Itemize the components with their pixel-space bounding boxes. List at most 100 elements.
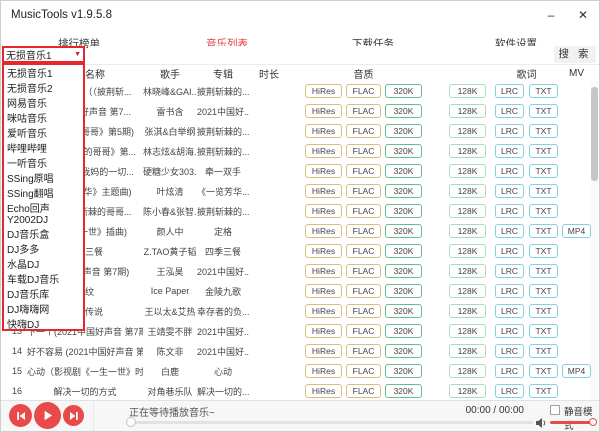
320k-button[interactable]: 320K xyxy=(385,364,422,378)
play-button[interactable] xyxy=(34,402,61,429)
close-button[interactable]: ✕ xyxy=(573,5,593,25)
lrc-button[interactable]: LRC xyxy=(495,104,524,118)
128k-button[interactable]: 128K xyxy=(449,324,486,338)
lrc-button[interactable]: LRC xyxy=(495,324,524,338)
flac-button[interactable]: FLAC xyxy=(346,284,381,298)
lrc-button[interactable]: LRC xyxy=(495,244,524,258)
flac-button[interactable]: FLAC xyxy=(346,384,381,398)
txt-button[interactable]: TXT xyxy=(529,184,558,198)
320k-button[interactable]: 320K xyxy=(385,384,422,398)
search-button[interactable]: 搜 索 xyxy=(554,46,596,63)
source-option[interactable]: SSing翻唱 xyxy=(4,185,83,200)
volume-slider[interactable] xyxy=(550,421,594,424)
flac-button[interactable]: FLAC xyxy=(346,244,381,258)
mute-checkbox[interactable] xyxy=(550,405,560,415)
320k-button[interactable]: 320K xyxy=(385,324,422,338)
txt-button[interactable]: TXT xyxy=(529,364,558,378)
320k-button[interactable]: 320K xyxy=(385,204,422,218)
320k-button[interactable]: 320K xyxy=(385,264,422,278)
source-option[interactable]: 水晶DJ xyxy=(4,256,83,271)
progress-slider[interactable] xyxy=(129,421,533,424)
lrc-button[interactable]: LRC xyxy=(495,264,524,278)
source-option[interactable]: 网易音乐 xyxy=(4,95,83,110)
hires-button[interactable]: HiRes xyxy=(305,244,342,258)
lrc-button[interactable]: LRC xyxy=(495,204,524,218)
128k-button[interactable]: 128K xyxy=(449,284,486,298)
lrc-button[interactable]: LRC xyxy=(495,384,524,398)
volume-icon[interactable] xyxy=(535,416,547,432)
128k-button[interactable]: 128K xyxy=(449,144,486,158)
hires-button[interactable]: HiRes xyxy=(305,84,342,98)
hires-button[interactable]: HiRes xyxy=(305,344,342,358)
flac-button[interactable]: FLAC xyxy=(346,144,381,158)
source-option[interactable]: 一听音乐 xyxy=(4,155,83,170)
source-option[interactable]: DJ音乐库 xyxy=(4,286,83,301)
flac-button[interactable]: FLAC xyxy=(346,124,381,138)
txt-button[interactable]: TXT xyxy=(529,84,558,98)
lrc-button[interactable]: LRC xyxy=(495,184,524,198)
txt-button[interactable]: TXT xyxy=(529,204,558,218)
txt-button[interactable]: TXT xyxy=(529,284,558,298)
128k-button[interactable]: 128K xyxy=(449,304,486,318)
search-input[interactable] xyxy=(91,46,551,63)
source-select[interactable]: 无损音乐1 ▼ xyxy=(2,46,85,63)
320k-button[interactable]: 320K xyxy=(385,184,422,198)
hires-button[interactable]: HiRes xyxy=(305,144,342,158)
320k-button[interactable]: 320K xyxy=(385,344,422,358)
source-option[interactable]: 爱听音乐 xyxy=(4,125,83,140)
128k-button[interactable]: 128K xyxy=(449,84,486,98)
flac-button[interactable]: FLAC xyxy=(346,364,381,378)
source-option[interactable]: DJ嗨嗨网 xyxy=(4,301,83,316)
txt-button[interactable]: TXT xyxy=(529,344,558,358)
lrc-button[interactable]: LRC xyxy=(495,284,524,298)
hires-button[interactable]: HiRes xyxy=(305,384,342,398)
128k-button[interactable]: 128K xyxy=(449,244,486,258)
lrc-button[interactable]: LRC xyxy=(495,224,524,238)
128k-button[interactable]: 128K xyxy=(449,204,486,218)
hires-button[interactable]: HiRes xyxy=(305,264,342,278)
320k-button[interactable]: 320K xyxy=(385,124,422,138)
128k-button[interactable]: 128K xyxy=(449,104,486,118)
320k-button[interactable]: 320K xyxy=(385,284,422,298)
128k-button[interactable]: 128K xyxy=(449,364,486,378)
320k-button[interactable]: 320K xyxy=(385,164,422,178)
128k-button[interactable]: 128K xyxy=(449,164,486,178)
flac-button[interactable]: FLAC xyxy=(346,344,381,358)
txt-button[interactable]: TXT xyxy=(529,244,558,258)
lrc-button[interactable]: LRC xyxy=(495,84,524,98)
hires-button[interactable]: HiRes xyxy=(305,124,342,138)
128k-button[interactable]: 128K xyxy=(449,264,486,278)
320k-button[interactable]: 320K xyxy=(385,224,422,238)
source-option[interactable]: SSing原唱 xyxy=(4,170,83,185)
txt-button[interactable]: TXT xyxy=(529,324,558,338)
hires-button[interactable]: HiRes xyxy=(305,184,342,198)
320k-button[interactable]: 320K xyxy=(385,104,422,118)
hires-button[interactable]: HiRes xyxy=(305,364,342,378)
lrc-button[interactable]: LRC xyxy=(495,304,524,318)
txt-button[interactable]: TXT xyxy=(529,304,558,318)
source-option[interactable]: 哔哩哔哩 xyxy=(4,140,83,155)
lrc-button[interactable]: LRC xyxy=(495,364,524,378)
hires-button[interactable]: HiRes xyxy=(305,104,342,118)
txt-button[interactable]: TXT xyxy=(529,124,558,138)
hires-button[interactable]: HiRes xyxy=(305,204,342,218)
source-option[interactable]: 无损音乐1 xyxy=(4,65,83,80)
source-option[interactable]: 无损音乐2 xyxy=(4,80,83,95)
128k-button[interactable]: 128K xyxy=(449,384,486,398)
128k-button[interactable]: 128K xyxy=(449,184,486,198)
hires-button[interactable]: HiRes xyxy=(305,284,342,298)
progress-thumb[interactable] xyxy=(126,417,136,427)
source-option[interactable]: 快嗨DJ xyxy=(4,316,83,331)
volume-thumb[interactable] xyxy=(589,418,597,426)
320k-button[interactable]: 320K xyxy=(385,244,422,258)
txt-button[interactable]: TXT xyxy=(529,104,558,118)
flac-button[interactable]: FLAC xyxy=(346,104,381,118)
128k-button[interactable]: 128K xyxy=(449,344,486,358)
source-option[interactable]: 车载DJ音乐 xyxy=(4,271,83,286)
next-button[interactable] xyxy=(63,405,84,426)
source-option[interactable]: Y2002DJ xyxy=(4,215,83,226)
previous-button[interactable] xyxy=(9,404,32,427)
hires-button[interactable]: HiRes xyxy=(305,304,342,318)
source-option[interactable]: Echo回声 xyxy=(4,200,83,215)
flac-button[interactable]: FLAC xyxy=(346,264,381,278)
